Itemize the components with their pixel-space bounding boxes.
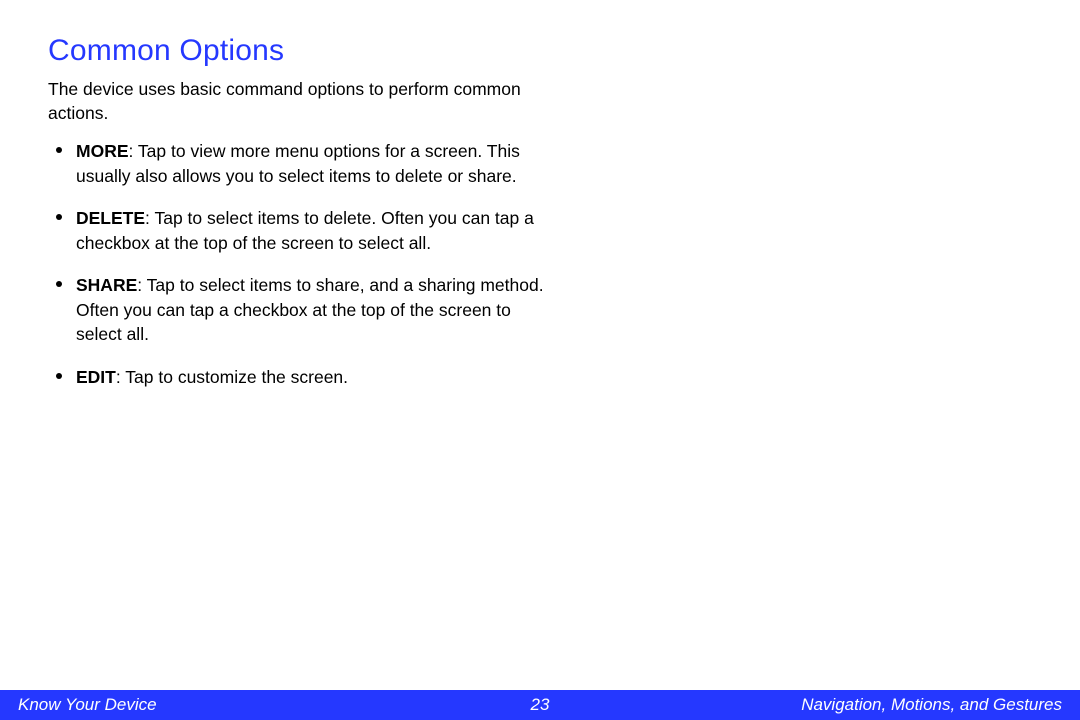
page-footer: Know Your Device 23 Navigation, Motions,… — [0, 690, 1080, 720]
option-term: MORE — [76, 141, 129, 161]
options-list: MORE: Tap to view more menu options for … — [48, 139, 558, 389]
footer-left: Know Your Device — [18, 695, 157, 715]
option-desc: : Tap to select items to share, and a sh… — [76, 275, 544, 344]
list-item: DELETE: Tap to select items to delete. O… — [48, 206, 558, 255]
option-desc: : Tap to select items to delete. Often y… — [76, 208, 534, 253]
option-term: EDIT — [76, 367, 116, 387]
option-desc: : Tap to customize the screen. — [116, 367, 348, 387]
list-item: MORE: Tap to view more menu options for … — [48, 139, 558, 188]
option-term: SHARE — [76, 275, 137, 295]
page-heading: Common Options — [48, 34, 1032, 68]
page-content: Common Options The device uses basic com… — [0, 0, 1080, 389]
list-item: EDIT: Tap to customize the screen. — [48, 365, 558, 390]
footer-page-number: 23 — [531, 695, 550, 715]
option-term: DELETE — [76, 208, 145, 228]
footer-right: Navigation, Motions, and Gestures — [801, 695, 1062, 715]
intro-paragraph: The device uses basic command options to… — [48, 78, 538, 125]
option-desc: : Tap to view more menu options for a sc… — [76, 141, 520, 186]
list-item: SHARE: Tap to select items to share, and… — [48, 273, 558, 347]
